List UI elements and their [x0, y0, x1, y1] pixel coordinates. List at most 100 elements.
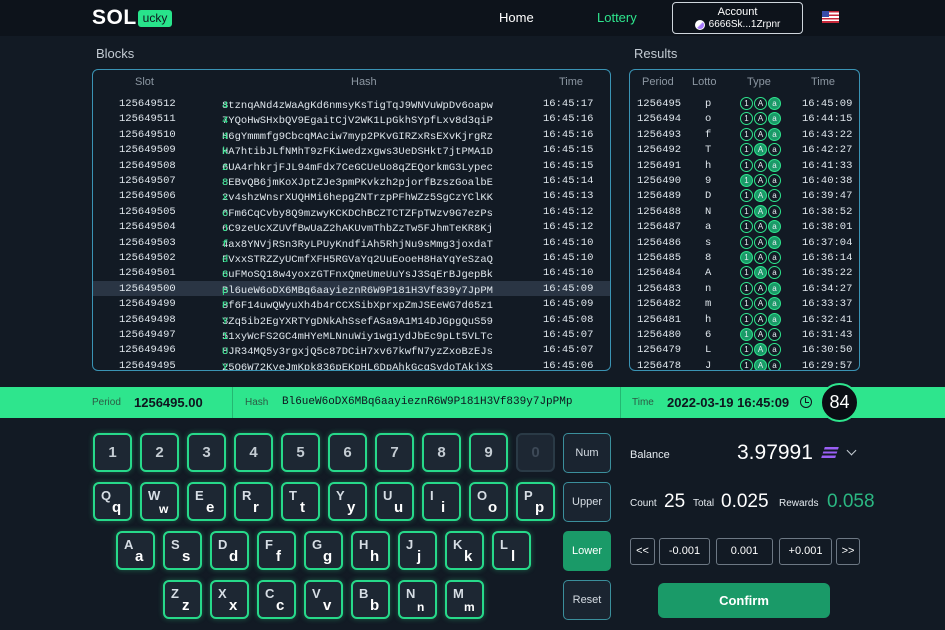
block-row[interactable]: 125649509 HA7htibJLfNMhT9zFKiwedzxgws3UeD… — [93, 142, 610, 159]
block-hash-last-char: 4 — [222, 130, 229, 143]
block-row[interactable]: 125649510 H6gYmmmfg9CbcqMAciw7myp2PKvGIRZ… — [93, 127, 610, 143]
result-row[interactable]: 1256486 s 1 Aa 16:37:04 — [630, 235, 859, 250]
reset-button[interactable]: Reset — [563, 580, 611, 620]
block-row[interactable]: 125649497 51xyWcFS2GC4mHYeMLNnuWiy1wg1ydJ… — [93, 327, 610, 343]
key-5[interactable]: 5 — [281, 433, 320, 472]
key-j[interactable]: Jj — [398, 531, 437, 570]
key-c[interactable]: Cc — [257, 580, 296, 619]
block-row[interactable]: 125649511 7YQoHwSHxbQV9EgaitCjV2WK1LpGkhS… — [93, 111, 610, 127]
key-x[interactable]: Xx — [210, 580, 249, 619]
confirm-button[interactable]: Confirm — [658, 583, 830, 618]
result-row[interactable]: 1256495 p 1 Aa 16:45:09 — [630, 96, 859, 111]
block-row[interactable]: 125649501 6uFMoSQ18w4yoxzGTFnxQmeUmeUuYsJ… — [93, 265, 610, 281]
nav-home[interactable]: Home — [499, 10, 534, 25]
result-row[interactable]: 1256490 9 1 Aa 16:40:38 — [630, 173, 859, 188]
result-row[interactable]: 1256493 f 1 Aa 16:43:22 — [630, 127, 859, 142]
result-row[interactable]: 1256485 8 1 Aa 16:36:14 — [630, 250, 859, 265]
block-row[interactable]: 125649500 Bl6ueW6oDX6MBq6aayieznR6W9P181H… — [93, 280, 610, 297]
key-lower-label: h — [370, 548, 380, 565]
block-hash-text: 8tznqANd4zWaAgKd6nmsyKsTigTqJ9WNVuWpDv6o… — [222, 100, 493, 112]
nav-lottery[interactable]: Lottery — [597, 10, 637, 25]
block-row[interactable]: 125649508 6UA4rhkrjFJL94mFdx7CeGCUeUo8qZE… — [93, 158, 610, 174]
increment-button[interactable]: +0.001 — [779, 538, 832, 565]
block-row[interactable]: 125649502 FVxxSTRZZyUCmfXFH5RGVaYq2UuEooe… — [93, 250, 610, 266]
key-1[interactable]: 1 — [93, 433, 132, 472]
decrement-button[interactable]: -0.001 — [659, 538, 710, 565]
result-row[interactable]: 1256483 n 1 Aa 16:34:27 — [630, 281, 859, 296]
key-k[interactable]: Kk — [445, 531, 484, 570]
key-q[interactable]: Qq — [93, 482, 132, 521]
us-flag-icon[interactable] — [822, 11, 839, 23]
key-s[interactable]: Ss — [163, 531, 202, 570]
key-i[interactable]: Ii — [422, 482, 461, 521]
result-row[interactable]: 1256488 N 1 Aa 16:38:52 — [630, 204, 859, 219]
block-row[interactable]: 125649503 4ax8YNVjRSn3RyLPUyKndfiAh5RhjNu… — [93, 235, 610, 251]
key-7[interactable]: 7 — [375, 433, 414, 472]
key-9[interactable]: 9 — [469, 433, 508, 472]
block-row[interactable]: 125649496 8JR34MQ5y3rgxjQ5c87DCiH7xv67kwf… — [93, 342, 610, 358]
key-f[interactable]: Ff — [257, 531, 296, 570]
key-u[interactable]: Uu — [375, 482, 414, 521]
key-l[interactable]: Ll — [492, 531, 531, 570]
result-row[interactable]: 1256480 6 1 Aa 16:31:43 — [630, 327, 859, 342]
result-row[interactable]: 1256482 m 1 Aa 16:33:37 — [630, 296, 859, 311]
col-header-lotto: Lotto — [692, 76, 717, 88]
block-row[interactable]: 125649504 6C9zeUcXZUVfBwUaZ2hAKUvmThbZzTw… — [93, 219, 610, 235]
result-row[interactable]: 1256478 J 1 Aa 16:29:57 — [630, 358, 859, 371]
result-time: 16:29:57 — [802, 359, 853, 371]
result-row[interactable]: 1256479 L 1 Aa 16:30:50 — [630, 342, 859, 357]
block-time: 16:45:16 — [543, 113, 594, 126]
block-row[interactable]: 125649512 8tznqANd4zWaAgKd6nmsyKsTigTqJ9W… — [93, 96, 610, 112]
key-b[interactable]: Bb — [351, 580, 390, 619]
key-v[interactable]: Vv — [304, 580, 343, 619]
block-time: 16:45:17 — [543, 98, 594, 110]
chevron-down-icon[interactable] — [846, 445, 857, 456]
result-row[interactable]: 1256489 D 1 Aa 16:39:47 — [630, 188, 859, 203]
key-e[interactable]: Ee — [187, 482, 226, 521]
type-indicator: 1 — [740, 112, 753, 126]
result-row[interactable]: 1256492 T 1 Aa 16:42:27 — [630, 142, 859, 157]
result-row[interactable]: 1256491 h 1 Aa 16:41:33 — [630, 158, 859, 173]
amount-value[interactable]: 0.001 — [716, 538, 773, 565]
key-a[interactable]: Aa — [116, 531, 155, 570]
key-6[interactable]: 6 — [328, 433, 367, 472]
key-r[interactable]: Rr — [234, 482, 273, 521]
block-row[interactable]: 125649506 2v4shzWnsrXUQHMi6hepgZNTrzpPFhW… — [93, 188, 610, 204]
key-w[interactable]: Ww — [140, 482, 179, 521]
key-h[interactable]: Hh — [351, 531, 390, 570]
mode-lower-button[interactable]: Lower — [563, 531, 611, 571]
block-row[interactable]: 125649505 6Fm6CqCvby8Q9mzwyKCKDChBCZTCTZF… — [93, 204, 610, 220]
block-time: 16:45:09 — [543, 298, 594, 311]
block-hash-last-char: k — [222, 146, 229, 159]
key-lower-label: z — [182, 597, 190, 614]
key-n[interactable]: Nn — [398, 580, 437, 619]
key-m[interactable]: Mm — [445, 580, 484, 619]
step-next-button[interactable]: >> — [836, 538, 860, 565]
result-row[interactable]: 1256484 A 1 Aa 16:35:22 — [630, 265, 859, 280]
type-indicator: a — [768, 220, 781, 234]
step-prev-button[interactable]: << — [630, 538, 655, 565]
key-o[interactable]: Oo — [469, 482, 508, 521]
block-row[interactable]: 125649495 25Q6W72KyeJmKpk836pEKpHL6DpAhkG… — [93, 358, 610, 370]
result-row[interactable]: 1256487 a 1 Aa 16:38:01 — [630, 219, 859, 234]
result-row[interactable]: 1256481 h 1 Aa 16:32:41 — [630, 312, 859, 327]
key-8[interactable]: 8 — [422, 433, 461, 472]
result-row[interactable]: 1256494 o 1 Aa 16:44:15 — [630, 111, 859, 126]
account-button[interactable]: Account 6666Sk...1Zrpnr — [672, 2, 803, 34]
key-d[interactable]: Dd — [210, 531, 249, 570]
block-row[interactable]: 125649498 3Zq5ib2EgYXRTYgDNkAhSsefASa9A1M… — [93, 312, 610, 328]
key-t[interactable]: Tt — [281, 482, 320, 521]
key-4[interactable]: 4 — [234, 433, 273, 472]
block-row[interactable]: 125649507 8EBvQB6jmKoXJptZJe3pmPKvkzh2pjo… — [93, 173, 610, 189]
key-3[interactable]: 3 — [187, 433, 226, 472]
key-2[interactable]: 2 — [140, 433, 179, 472]
mode-upper-button[interactable]: Upper — [563, 482, 611, 522]
key-g[interactable]: Gg — [304, 531, 343, 570]
key-p[interactable]: Pp — [516, 482, 555, 521]
logo[interactable]: SOL ucky — [92, 6, 173, 30]
mode-num-button[interactable]: Num — [563, 433, 611, 473]
key-lower-label: y — [347, 499, 356, 516]
block-row[interactable]: 125649499 8f6F14uwQWyuXh4b4rCCXSibXprxpZm… — [93, 296, 610, 312]
key-y[interactable]: Yy — [328, 482, 367, 521]
key-z[interactable]: Zz — [163, 580, 202, 619]
